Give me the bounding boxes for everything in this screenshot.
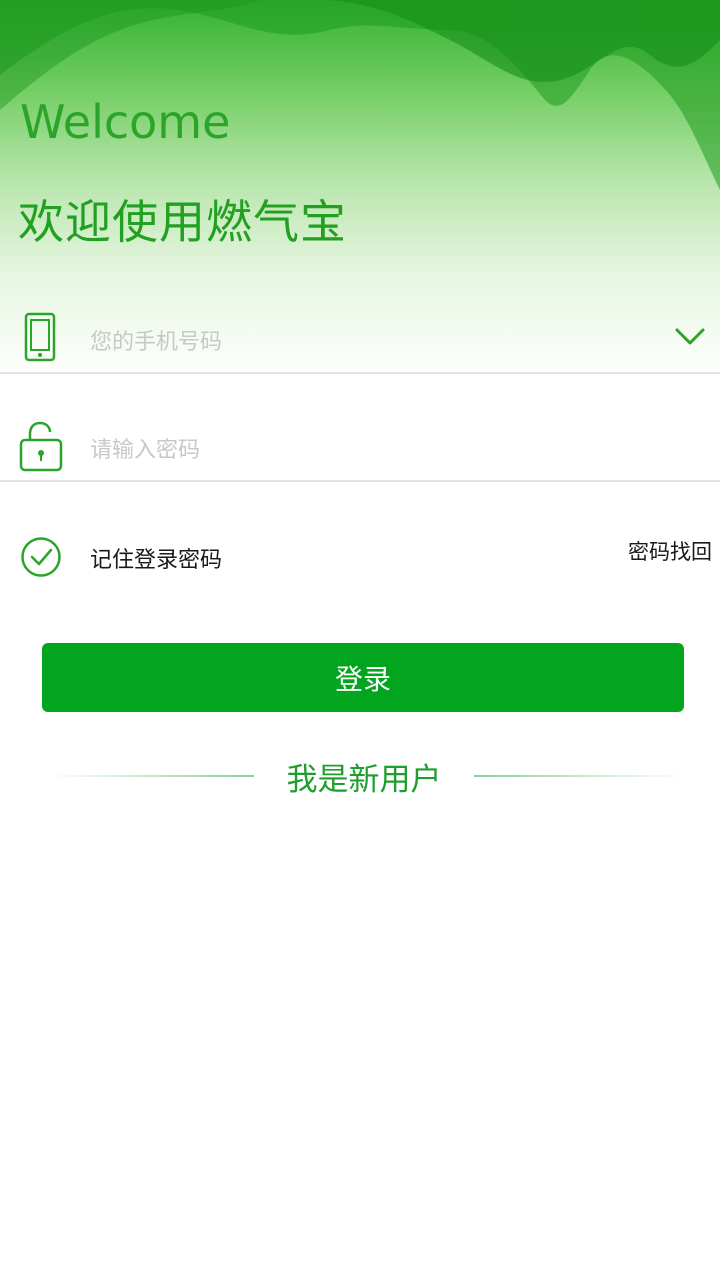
forgot-password-link[interactable]: 密码找回 xyxy=(628,536,712,566)
phone-input[interactable] xyxy=(90,320,650,364)
app-title: 欢迎使用燃气宝 xyxy=(18,195,347,249)
phone-icon xyxy=(18,310,64,366)
login-screen: Welcome 欢迎使用燃气宝 您的手机号码 记住登录密码 密码找回 登录 我是… xyxy=(0,0,720,1280)
new-user-link[interactable]: 我是新用户 xyxy=(254,754,474,799)
divider-line-right xyxy=(474,775,684,777)
login-button[interactable]: 登录 xyxy=(42,643,684,712)
password-field-row xyxy=(0,398,720,482)
check-circle-icon[interactable] xyxy=(20,536,62,578)
password-input[interactable] xyxy=(90,428,650,472)
new-user-row: 我是新用户 xyxy=(0,748,720,804)
remember-password-label[interactable]: 记住登录密码 xyxy=(90,542,222,574)
chevron-down-icon[interactable] xyxy=(674,326,706,348)
divider-line-left xyxy=(48,775,254,777)
welcome-heading: Welcome xyxy=(20,95,231,149)
remember-row: 记住登录密码 密码找回 xyxy=(0,530,720,590)
unlock-icon xyxy=(18,420,64,476)
phone-field-row xyxy=(0,290,720,374)
